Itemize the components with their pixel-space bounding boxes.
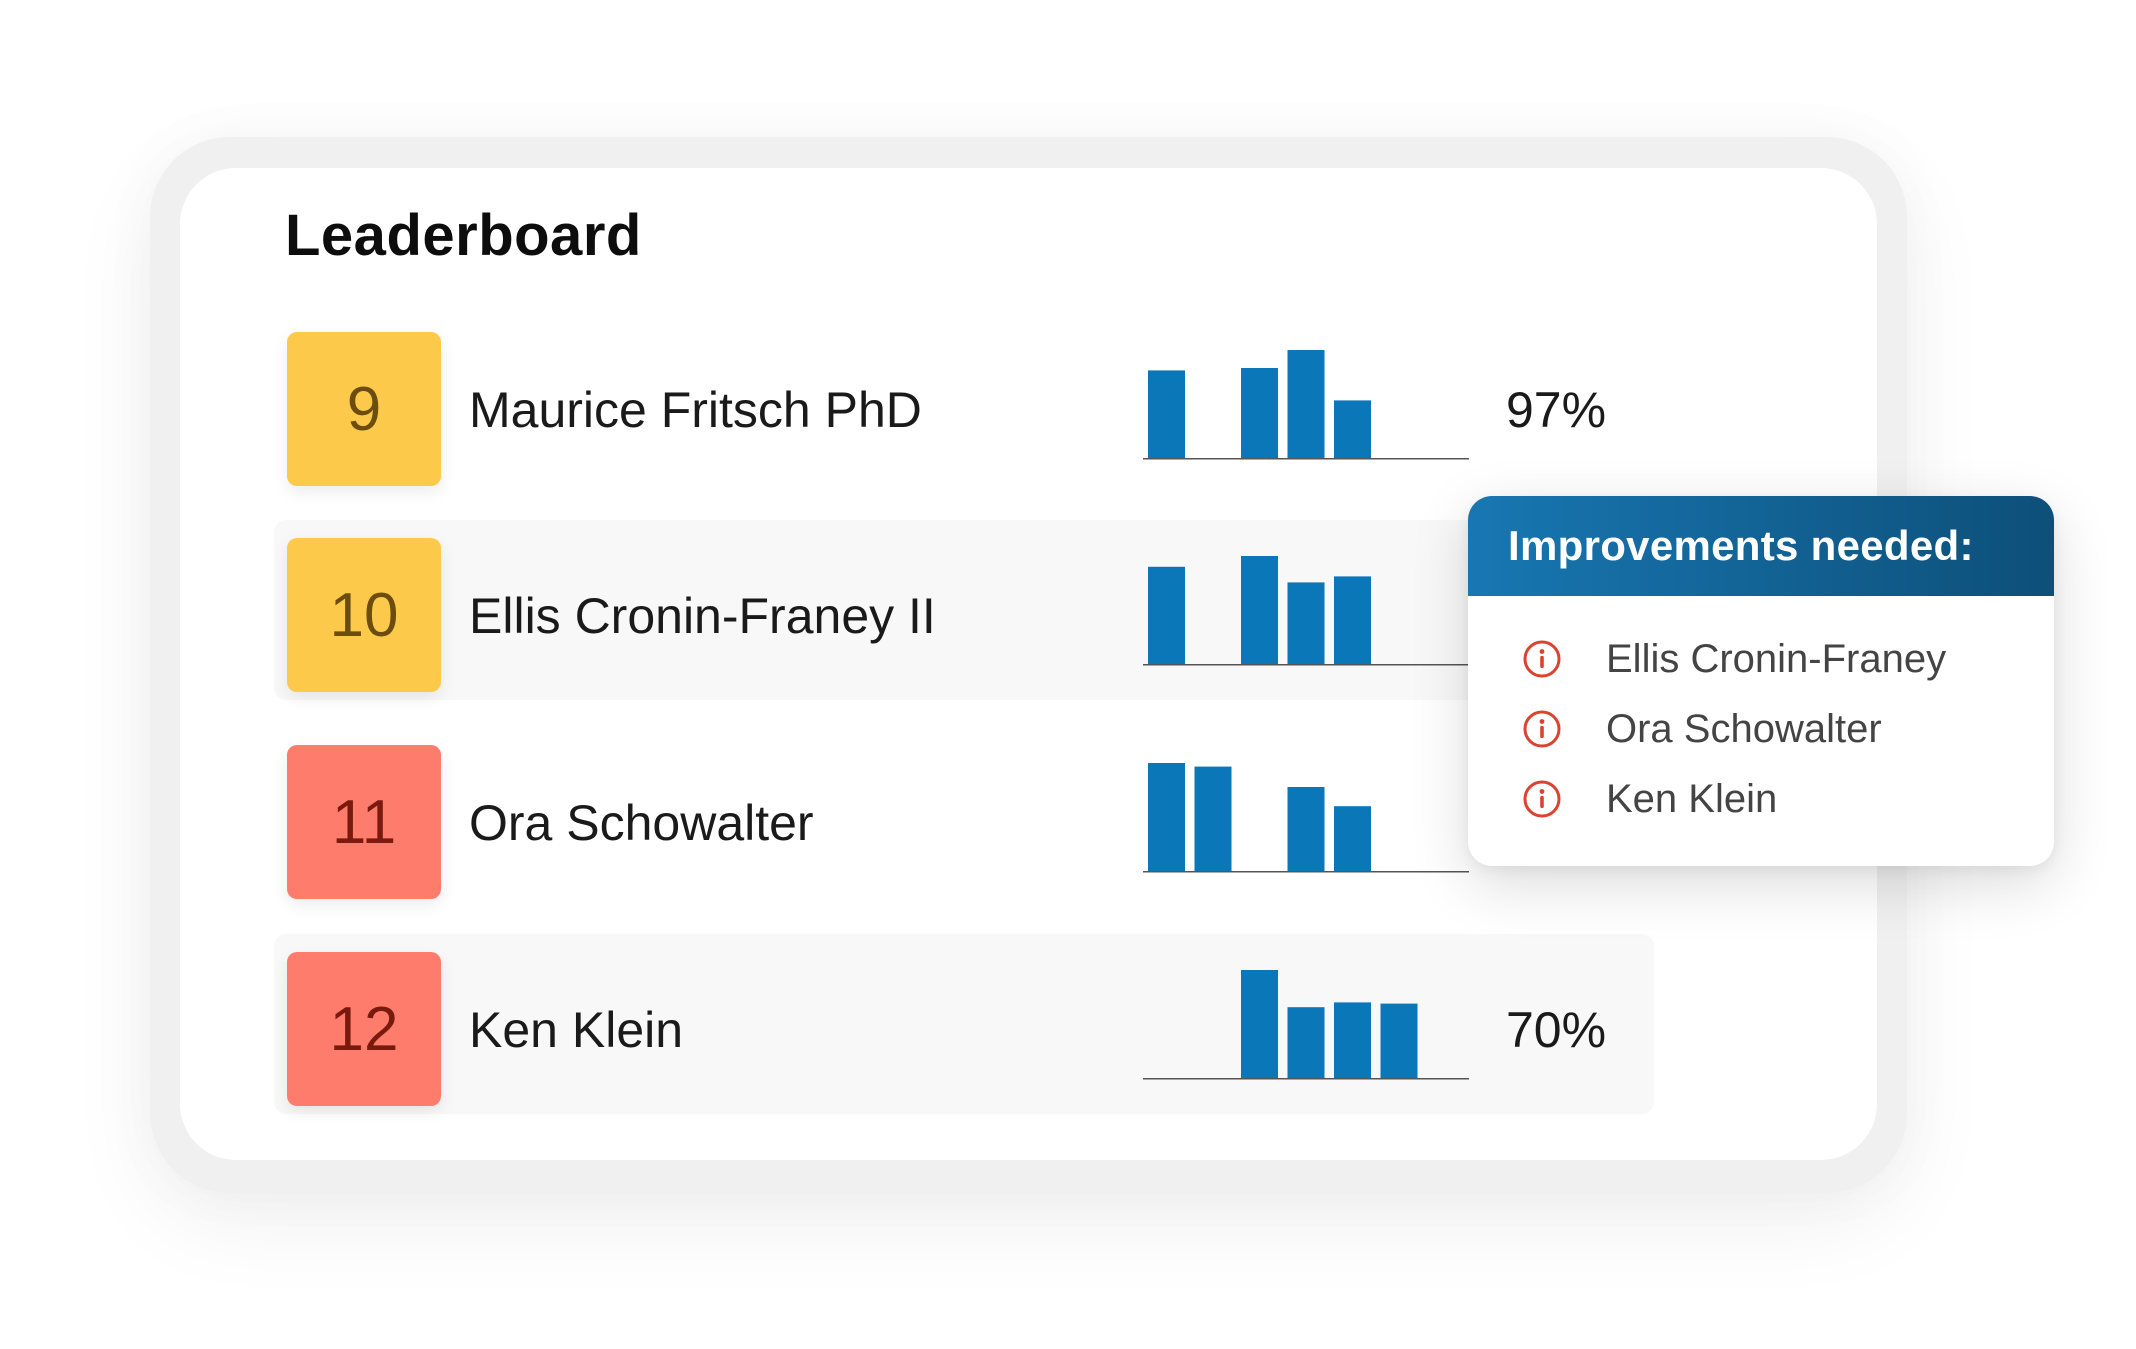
sparkline-bar [1380,1003,1418,1078]
sparkline-bar [1241,556,1278,664]
rank-badge: 11 [287,745,441,899]
trend-sparkline [1143,350,1469,460]
sparkline-bar [1241,970,1278,1078]
sparkline-bar [1287,787,1325,871]
improvements-popup: Improvements needed: Ellis Cronin-Franey… [1468,496,2054,866]
leaderboard-widget: Leaderboard 9 Maurice Fritsch PhD 97% 10… [0,0,2136,1349]
trend-sparkline [1143,970,1469,1080]
trend-sparkline [1143,556,1469,666]
leaderboard-title: Leaderboard [285,203,642,268]
improvement-name: Ellis Cronin-Franey [1606,637,1947,681]
player-name: Ora Schowalter [469,795,814,851]
info-circle-icon [1523,710,1561,748]
leaderboard-row[interactable]: 12 Ken Klein 70% [274,934,1654,1114]
player-name: Ken Klein [469,1002,684,1058]
leaderboard-row[interactable]: 10 Ellis Cronin-Franey II [274,520,1654,700]
improvement-item[interactable]: Ora Schowalter [1468,694,2054,764]
sparkline-bar [1287,1007,1325,1078]
sparkline-bar [1148,370,1185,458]
sparkline-bar [1287,582,1325,664]
sparkline-bar [1148,566,1185,664]
player-name: Ellis Cronin-Franey II [469,588,936,644]
sparkline-bar [1241,368,1278,458]
rank-badge: 10 [287,538,441,692]
sparkline-bar [1194,766,1232,871]
leaderboard-row[interactable]: 9 Maurice Fritsch PhD 97% [274,314,1654,494]
info-circle-icon [1523,640,1561,678]
leaderboard-row[interactable]: 11 Ora Schowalter [274,727,1654,907]
score-percent: 97% [1506,382,1607,438]
sparkline-bar [1334,400,1371,458]
sparkline-bar [1287,350,1325,458]
popup-title: Improvements needed: [1468,496,2054,596]
score-percent: 70% [1506,1002,1607,1058]
rank-badge: 9 [287,332,441,486]
improvement-item[interactable]: Ellis Cronin-Franey [1468,624,2054,694]
sparkline-bar [1334,806,1371,871]
trend-sparkline [1143,763,1469,873]
info-circle-icon [1523,780,1561,818]
improvements-list: Ellis Cronin-Franey Ora Schowalter Ken K… [1468,624,2054,834]
improvement-item[interactable]: Ken Klein [1468,764,2054,834]
sparkline-bar [1334,576,1371,664]
rank-badge: 12 [287,952,441,1106]
improvement-name: Ken Klein [1606,777,1778,821]
player-name: Maurice Fritsch PhD [469,382,922,438]
sparkline-bar [1334,1002,1371,1078]
sparkline-bar [1148,763,1185,871]
improvement-name: Ora Schowalter [1606,707,1882,751]
